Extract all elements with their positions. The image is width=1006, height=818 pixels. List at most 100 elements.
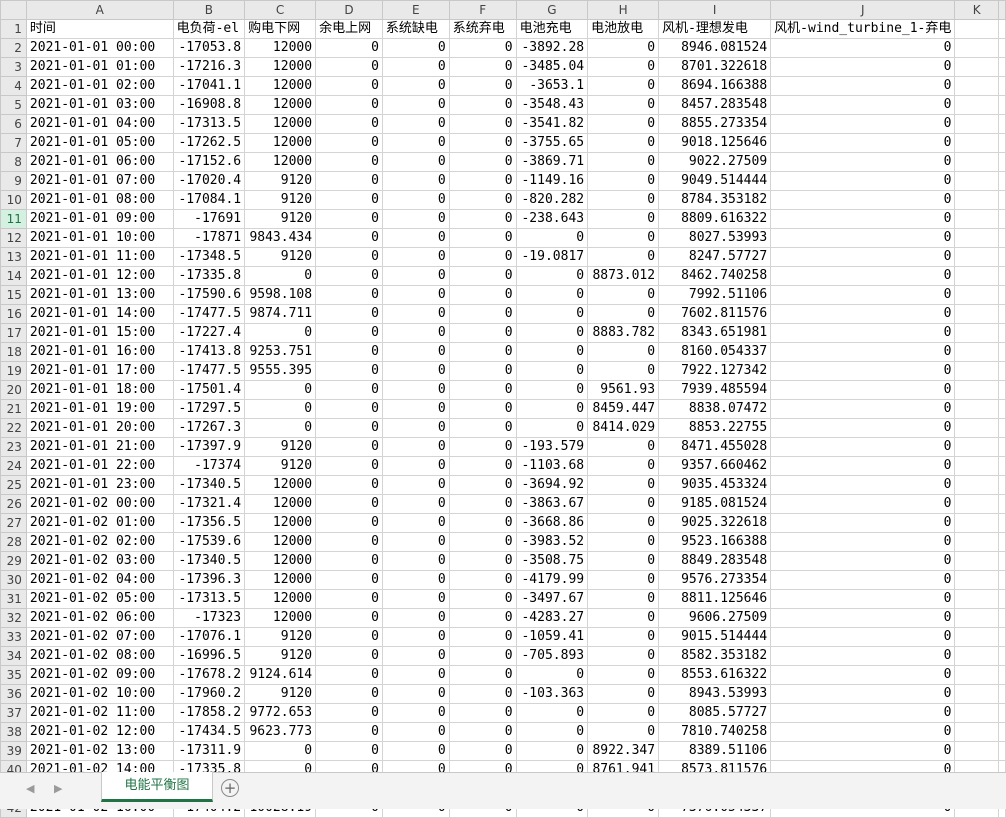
value-cell[interactable]: 0 — [770, 304, 956, 324]
value-cell[interactable]: 9035.453324 — [658, 475, 772, 495]
value-cell[interactable]: 8085.57727 — [658, 703, 772, 723]
value-cell[interactable]: 0 — [315, 684, 383, 704]
value-cell[interactable]: 0 — [587, 304, 660, 324]
header-cell[interactable]: 风机-理想发电 — [658, 19, 772, 39]
value-cell[interactable]: 12000 — [244, 133, 317, 153]
value-cell[interactable]: -17311.9 — [172, 741, 246, 761]
value-cell[interactable]: 0 — [381, 190, 450, 210]
value-cell[interactable]: 0 — [515, 304, 589, 324]
value-cell[interactable]: -17858.2 — [172, 703, 246, 723]
cell[interactable] — [998, 494, 1006, 514]
value-cell[interactable]: 0 — [770, 247, 956, 267]
value-cell[interactable]: -238.643 — [515, 209, 589, 229]
timestamp-cell[interactable]: 2021-01-02 11:00 — [25, 703, 174, 723]
value-cell[interactable]: 0 — [587, 190, 660, 210]
value-cell[interactable]: 0 — [381, 285, 450, 305]
timestamp-cell[interactable]: 2021-01-01 19:00 — [25, 399, 174, 419]
value-cell[interactable]: 0 — [315, 627, 383, 647]
value-cell[interactable]: 12000 — [244, 570, 317, 590]
cell[interactable] — [998, 342, 1006, 362]
value-cell[interactable]: -17313.5 — [172, 114, 246, 134]
value-cell[interactable]: 0 — [315, 589, 383, 609]
cell[interactable] — [998, 684, 1006, 704]
value-cell[interactable]: 0 — [770, 741, 956, 761]
cell[interactable] — [998, 399, 1006, 419]
value-cell[interactable]: 0 — [315, 437, 383, 457]
cell[interactable] — [998, 209, 1006, 229]
value-cell[interactable]: -17477.5 — [172, 304, 246, 324]
value-cell[interactable]: 0 — [770, 722, 956, 742]
cell[interactable] — [954, 513, 999, 533]
value-cell[interactable]: 0 — [381, 475, 450, 495]
value-cell[interactable]: 0 — [381, 380, 450, 400]
value-cell[interactable]: 7602.811576 — [658, 304, 772, 324]
value-cell[interactable]: 0 — [244, 323, 317, 343]
value-cell[interactable]: 8694.166388 — [658, 76, 772, 96]
column-header-k[interactable]: K — [954, 0, 999, 20]
value-cell[interactable]: -3755.65 — [515, 133, 589, 153]
value-cell[interactable]: -3694.92 — [515, 475, 589, 495]
value-cell[interactable]: 0 — [448, 247, 517, 267]
value-cell[interactable]: 12000 — [244, 551, 317, 571]
timestamp-cell[interactable]: 2021-01-01 21:00 — [25, 437, 174, 457]
header-cell[interactable]: 购电下网 — [244, 19, 317, 39]
value-cell[interactable]: 0 — [315, 76, 383, 96]
value-cell[interactable]: 0 — [244, 418, 317, 438]
cell[interactable] — [998, 76, 1006, 96]
cell[interactable] — [998, 266, 1006, 286]
row-header[interactable]: 29 — [0, 551, 27, 571]
value-cell[interactable]: 0 — [448, 228, 517, 248]
value-cell[interactable]: -3863.67 — [515, 494, 589, 514]
value-cell[interactable]: 0 — [448, 456, 517, 476]
value-cell[interactable]: 0 — [244, 266, 317, 286]
value-cell[interactable]: -17041.1 — [172, 76, 246, 96]
row-header[interactable]: 11 — [0, 209, 27, 229]
value-cell[interactable]: 0 — [315, 646, 383, 666]
timestamp-cell[interactable]: 2021-01-01 08:00 — [25, 190, 174, 210]
value-cell[interactable]: 9015.514444 — [658, 627, 772, 647]
timestamp-cell[interactable]: 2021-01-02 01:00 — [25, 513, 174, 533]
row-header[interactable]: 9 — [0, 171, 27, 191]
row-header[interactable]: 34 — [0, 646, 27, 666]
value-cell[interactable]: 8582.353182 — [658, 646, 772, 666]
cell[interactable] — [998, 228, 1006, 248]
value-cell[interactable]: 8247.57727 — [658, 247, 772, 267]
value-cell[interactable]: 0 — [448, 95, 517, 115]
value-cell[interactable]: 0 — [315, 95, 383, 115]
value-cell[interactable]: 0 — [448, 513, 517, 533]
prev-sheet-icon[interactable]: ◀ — [26, 782, 34, 795]
row-header[interactable]: 1 — [0, 19, 27, 39]
cell[interactable] — [998, 608, 1006, 628]
value-cell[interactable]: 7810.740258 — [658, 722, 772, 742]
value-cell[interactable]: 0 — [770, 551, 956, 571]
value-cell[interactable]: 0 — [315, 114, 383, 134]
cell[interactable] — [998, 570, 1006, 590]
value-cell[interactable]: 0 — [381, 589, 450, 609]
value-cell[interactable]: -17678.2 — [172, 665, 246, 685]
value-cell[interactable]: -3541.82 — [515, 114, 589, 134]
cell[interactable] — [998, 722, 1006, 742]
next-sheet-icon[interactable]: ▶ — [54, 782, 62, 795]
cell[interactable] — [998, 456, 1006, 476]
cell[interactable] — [954, 665, 999, 685]
value-cell[interactable]: 0 — [770, 76, 956, 96]
value-cell[interactable]: 7922.127342 — [658, 361, 772, 381]
value-cell[interactable]: 0 — [315, 152, 383, 172]
value-cell[interactable]: 0 — [315, 665, 383, 685]
row-header[interactable]: 19 — [0, 361, 27, 381]
value-cell[interactable]: 8343.651981 — [658, 323, 772, 343]
value-cell[interactable]: 0 — [587, 570, 660, 590]
row-header[interactable]: 8 — [0, 152, 27, 172]
cell[interactable] — [954, 646, 999, 666]
value-cell[interactable]: -1059.41 — [515, 627, 589, 647]
value-cell[interactable]: 0 — [381, 684, 450, 704]
value-cell[interactable]: 0 — [770, 437, 956, 457]
value-cell[interactable]: 9253.751 — [244, 342, 317, 362]
value-cell[interactable]: 9120 — [244, 684, 317, 704]
value-cell[interactable]: -17374 — [172, 456, 246, 476]
value-cell[interactable]: -17152.6 — [172, 152, 246, 172]
value-cell[interactable]: 0 — [448, 608, 517, 628]
value-cell[interactable]: 0 — [381, 133, 450, 153]
value-cell[interactable]: 8873.012 — [587, 266, 660, 286]
value-cell[interactable]: 0 — [381, 627, 450, 647]
